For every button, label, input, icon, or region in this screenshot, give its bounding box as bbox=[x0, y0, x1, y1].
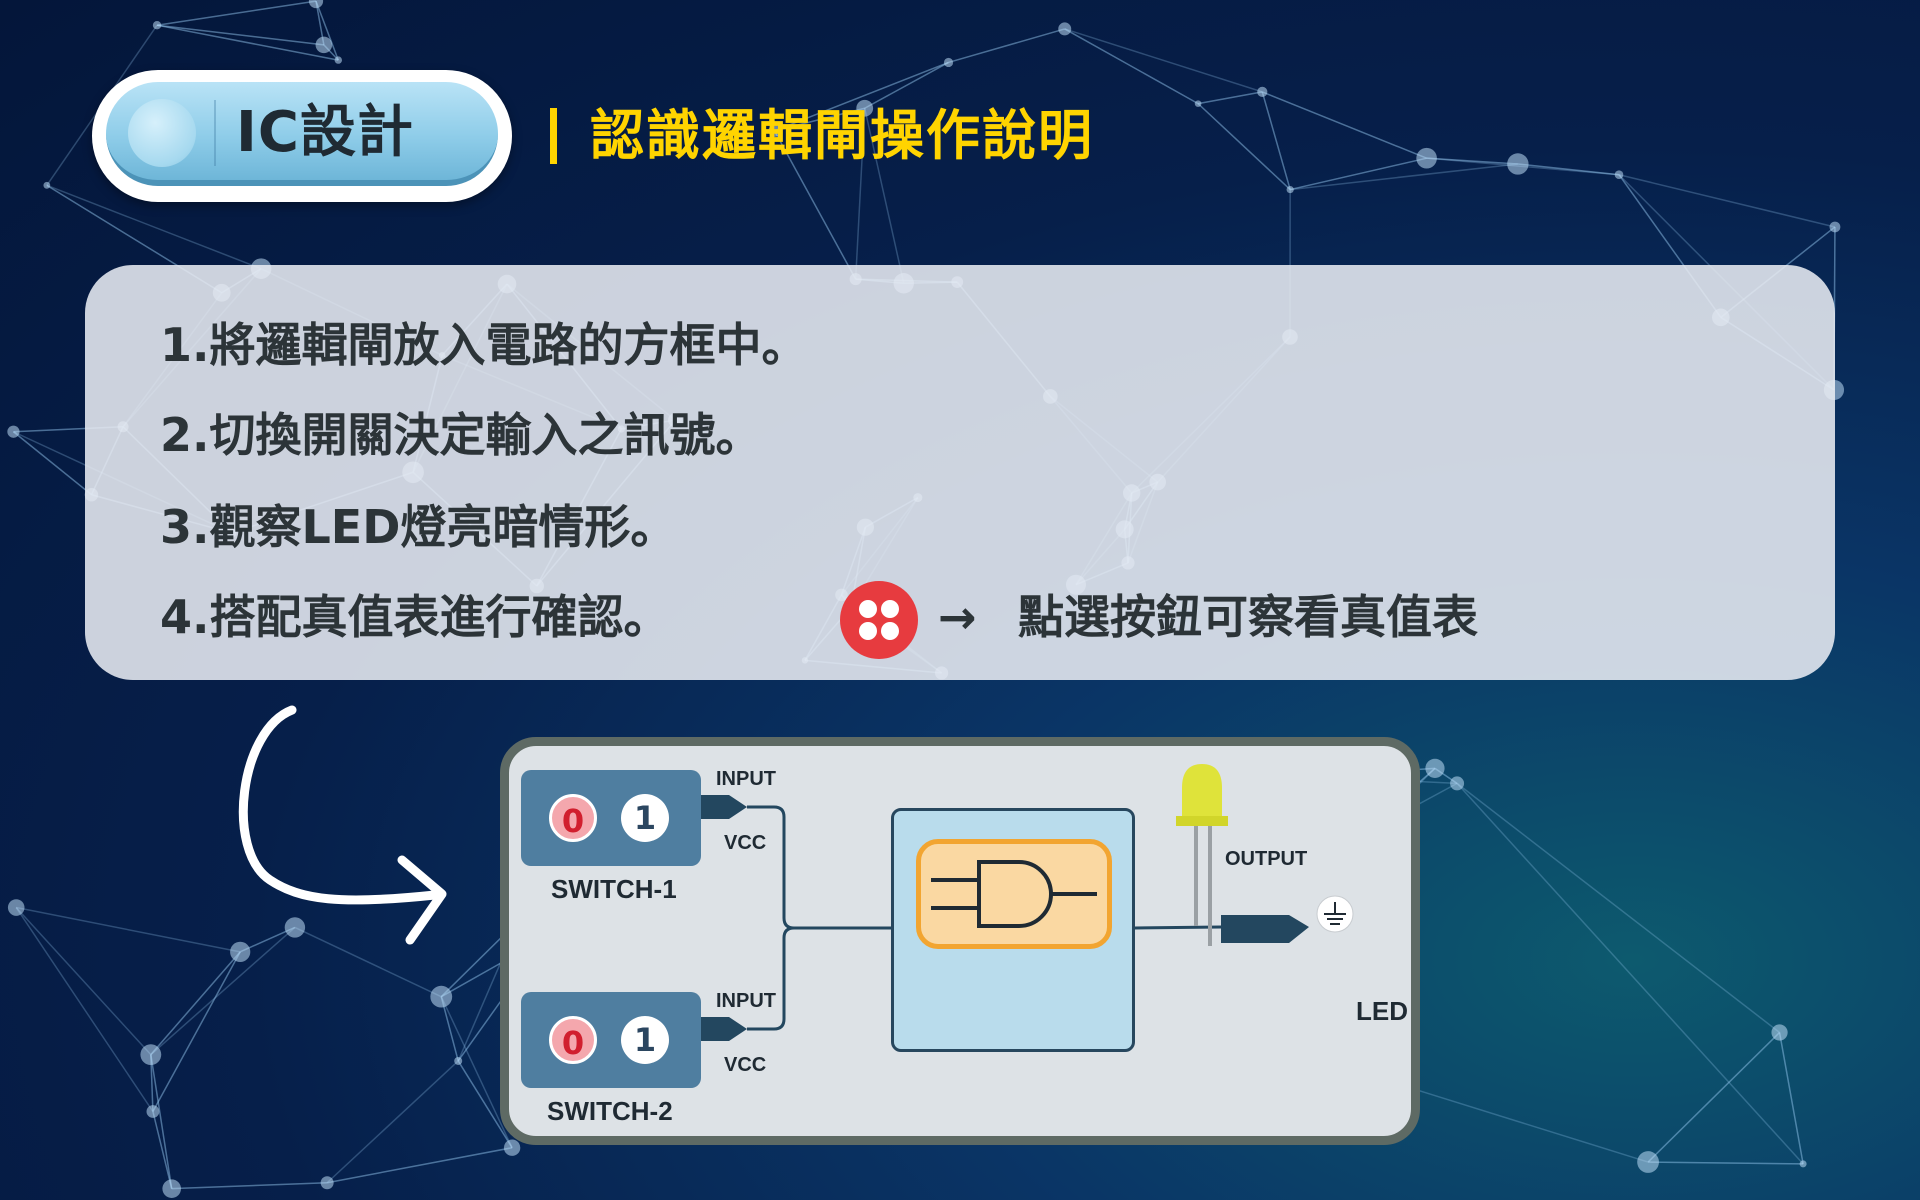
network-node bbox=[503, 1139, 521, 1156]
network-node bbox=[1286, 185, 1294, 194]
input-label: INPUT bbox=[716, 768, 776, 790]
network-node bbox=[430, 985, 453, 1008]
title-pill: IC設計 bbox=[92, 70, 512, 202]
arrow-right-icon: → bbox=[938, 590, 977, 644]
network-line bbox=[152, 951, 241, 1112]
truth-table-button[interactable] bbox=[840, 581, 918, 659]
switch-2: 0 1 bbox=[521, 992, 701, 1088]
network-line bbox=[1426, 157, 1518, 165]
switch-1-off-button[interactable]: 0 bbox=[549, 794, 597, 842]
gate-slot[interactable] bbox=[891, 808, 1135, 1052]
network-line bbox=[1517, 163, 1620, 176]
network-node bbox=[1829, 221, 1841, 233]
switch-1: 0 1 bbox=[521, 770, 701, 866]
instruction-step: 3.觀察LED燈亮暗情形。 bbox=[160, 500, 677, 554]
network-line bbox=[1261, 91, 1291, 190]
toggle-knob-icon bbox=[128, 99, 196, 167]
network-line bbox=[1647, 1031, 1781, 1163]
network-line bbox=[15, 907, 154, 1112]
grid-dot-icon bbox=[859, 622, 877, 640]
network-line bbox=[1064, 28, 1263, 93]
network-line bbox=[1290, 157, 1427, 191]
network-node bbox=[454, 1056, 463, 1065]
network-line bbox=[948, 28, 1065, 64]
network-line bbox=[1778, 1032, 1804, 1164]
network-node bbox=[152, 21, 162, 30]
network-line bbox=[1290, 163, 1518, 191]
network-line bbox=[1648, 1161, 1804, 1165]
switch-1-label: SWITCH-1 bbox=[551, 874, 677, 904]
network-line bbox=[150, 951, 241, 1056]
network-node bbox=[1799, 1160, 1807, 1168]
section-title: IC設計 bbox=[236, 100, 414, 165]
network-line bbox=[152, 1111, 173, 1189]
network-line bbox=[150, 1054, 173, 1189]
vcc-label: VCC bbox=[724, 832, 767, 854]
network-node bbox=[1194, 100, 1202, 107]
network-line bbox=[327, 1146, 513, 1184]
network-node bbox=[315, 36, 333, 54]
network-node bbox=[1416, 147, 1437, 169]
network-node bbox=[334, 56, 343, 64]
input-label: INPUT bbox=[716, 990, 776, 1012]
output-label: OUTPUT bbox=[1225, 848, 1308, 870]
title-pill-body: IC設計 bbox=[106, 82, 498, 186]
network-node bbox=[1614, 170, 1624, 180]
curved-arrow-icon bbox=[238, 705, 447, 945]
network-node bbox=[1507, 153, 1529, 175]
switch-1-on-button[interactable]: 1 bbox=[621, 794, 669, 842]
network-node bbox=[1637, 1151, 1659, 1173]
network-node bbox=[943, 57, 954, 68]
network-node bbox=[162, 1179, 182, 1198]
grid-dot-icon bbox=[859, 600, 877, 618]
switch-2-on-button[interactable]: 1 bbox=[621, 1016, 669, 1064]
network-node bbox=[7, 899, 25, 916]
network-node bbox=[7, 425, 20, 438]
network-node bbox=[43, 181, 51, 189]
led-label: LED bbox=[1356, 996, 1408, 1026]
network-line bbox=[1197, 103, 1291, 191]
vcc-label: VCC bbox=[724, 1054, 767, 1076]
pill-divider bbox=[214, 100, 216, 166]
network-line bbox=[1197, 91, 1263, 105]
network-line bbox=[1456, 782, 1781, 1034]
hint-text: 點選按鈕可察看真值表 bbox=[1018, 590, 1478, 644]
network-line bbox=[1456, 782, 1804, 1165]
instructions-panel: 1.將邏輯閘放入電路的方框中。 2.切換開關決定輸入之訊號。 3.觀察LED燈亮… bbox=[85, 265, 1835, 680]
instruction-step: 1.將邏輯閘放入電路的方框中。 bbox=[160, 318, 808, 372]
network-node bbox=[140, 1044, 162, 1066]
instruction-step: 2.切換開關決定輸入之訊號。 bbox=[160, 408, 762, 462]
network-line bbox=[171, 1181, 328, 1190]
network-node bbox=[146, 1105, 160, 1118]
ground-icon bbox=[1316, 895, 1354, 933]
switch-2-label: SWITCH-2 bbox=[547, 1096, 673, 1126]
network-line bbox=[156, 0, 317, 26]
output-connector bbox=[1221, 915, 1309, 943]
logic-gate-chip[interactable] bbox=[916, 839, 1112, 949]
network-node bbox=[320, 1176, 334, 1190]
led-icon bbox=[1176, 764, 1228, 946]
network-node bbox=[1771, 1024, 1788, 1041]
circuit-panel: 0 1 SWITCH-1 INPUT VCC 0 1 SWITCH-2 INPU… bbox=[500, 737, 1420, 1145]
network-node bbox=[1257, 86, 1268, 97]
network-node bbox=[308, 0, 324, 9]
page-title: 認識邏輯閘操作說明 bbox=[590, 104, 1094, 167]
grid-dot-icon bbox=[881, 622, 899, 640]
and-gate-icon bbox=[931, 860, 1097, 928]
network-node bbox=[1425, 758, 1445, 778]
network-node bbox=[1450, 776, 1465, 791]
switch-2-off-button[interactable]: 0 bbox=[549, 1016, 597, 1064]
network-line bbox=[1262, 91, 1427, 159]
network-line bbox=[326, 1060, 459, 1184]
header-separator bbox=[550, 108, 557, 164]
grid-dot-icon bbox=[881, 600, 899, 618]
network-node bbox=[1058, 22, 1072, 36]
instruction-step: 4.搭配真值表進行確認。 bbox=[160, 590, 670, 644]
network-line bbox=[1064, 28, 1199, 105]
